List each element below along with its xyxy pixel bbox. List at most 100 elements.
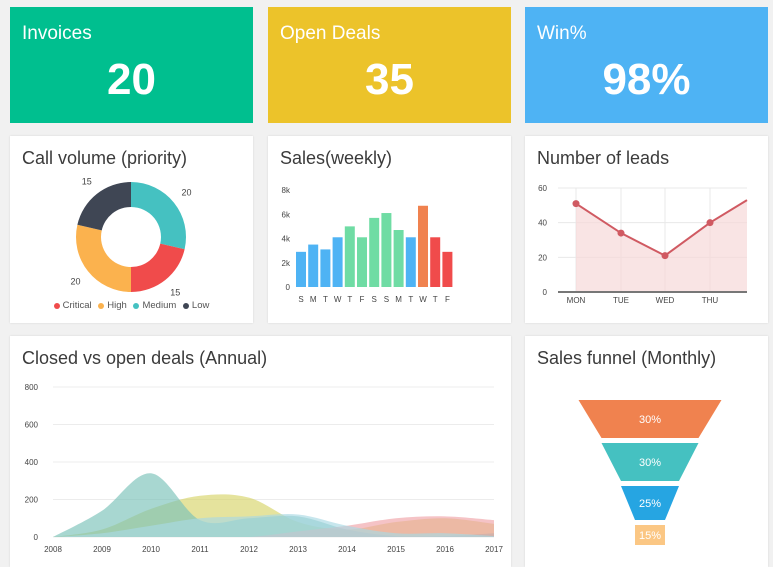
sales-bar bbox=[357, 237, 367, 287]
deals-ytick-label: 600 bbox=[25, 421, 39, 430]
low-dot-icon bbox=[182, 302, 189, 309]
sales-bar bbox=[344, 226, 355, 287]
win-percent-value: 98% bbox=[602, 55, 691, 104]
bar-xtick-label: S bbox=[298, 295, 303, 304]
deals-xtick-label: 2010 bbox=[142, 545, 160, 554]
leads-xtick-label: WED bbox=[656, 296, 675, 305]
open-deals-card: Open Deals 35 bbox=[268, 7, 511, 123]
bar-ytick-label: 0 bbox=[286, 283, 291, 292]
bar-ytick-label: 4k bbox=[282, 235, 291, 244]
open-deals-label: Open Deals bbox=[280, 23, 381, 44]
deals-xtick-label: 2012 bbox=[240, 545, 258, 554]
bar-xtick-label: F bbox=[445, 295, 450, 304]
funnel-segment-label: 15% bbox=[639, 530, 661, 542]
win-percent-label: Win% bbox=[537, 23, 587, 44]
bar-xtick-label: F bbox=[360, 295, 365, 304]
deals-xtick-label: 2015 bbox=[387, 545, 405, 554]
funnel-segment-label: 25% bbox=[639, 498, 661, 510]
legend-label-low: Low bbox=[191, 300, 210, 311]
deals-xtick-label: 2017 bbox=[485, 545, 503, 554]
invoices-card: Invoices 20 bbox=[10, 7, 253, 123]
sales-bar bbox=[320, 249, 331, 287]
closed-open-area-chart: 0 200 400 600 800 2008 2009 2010 2011 2012 2013 201… bbox=[25, 383, 504, 554]
leads-xtick-label: THU bbox=[702, 296, 719, 305]
call-volume-legend: Critical High Medium Low bbox=[10, 300, 253, 311]
sales-funnel-chart: 30% 30% 25% 15% bbox=[578, 400, 722, 545]
bar-xtick-label: T bbox=[347, 295, 352, 304]
sales-bar bbox=[442, 251, 453, 287]
leads-point bbox=[706, 219, 714, 227]
sales-bar bbox=[332, 237, 343, 287]
open-deals-value: 35 bbox=[365, 55, 414, 104]
deals-xtick-label: 2011 bbox=[191, 545, 209, 554]
medium-dot-icon bbox=[133, 302, 140, 309]
bar-xtick-label: M bbox=[395, 295, 402, 304]
sales-bar bbox=[308, 244, 319, 287]
donut-slice-low bbox=[77, 182, 131, 231]
deals-ytick-label: 800 bbox=[25, 383, 39, 392]
legend-item-low: Low bbox=[182, 300, 210, 311]
deals-ytick-label: 200 bbox=[25, 496, 39, 505]
bar-xtick-label: S bbox=[384, 295, 389, 304]
bar-xtick-label: W bbox=[334, 295, 342, 304]
deals-xtick-label: 2009 bbox=[93, 545, 111, 554]
legend-item-critical: Critical bbox=[53, 300, 92, 311]
leads-ytick-label: 0 bbox=[543, 288, 548, 297]
leads-ytick-label: 40 bbox=[538, 219, 547, 228]
funnel-card: Sales funnel (Monthly) 30% 30% 25% 15% bbox=[525, 336, 768, 567]
leads-card: Number of leads 0 20 40 60 MON TUE WED THU bbox=[525, 136, 768, 323]
bar-xtick-label: M bbox=[310, 295, 317, 304]
deals-ytick-label: 0 bbox=[34, 533, 39, 542]
leads-line-chart: 0 20 40 60 MON TUE WED THU bbox=[538, 184, 748, 305]
legend-item-medium: Medium bbox=[133, 300, 176, 311]
win-percent-card: Win% 98% bbox=[525, 7, 768, 123]
invoices-value: 20 bbox=[107, 55, 156, 104]
deals-xtick-label: 2013 bbox=[289, 545, 307, 554]
bar-ytick-label: 8k bbox=[282, 186, 291, 195]
closed-open-card: Closed vs open deals (Annual) 0 200 400 600… bbox=[10, 336, 511, 567]
bar-xtick-label: T bbox=[408, 295, 413, 304]
bar-xtick-label: T bbox=[323, 295, 328, 304]
sales-bar bbox=[418, 205, 428, 287]
deals-xtick-label: 2008 bbox=[44, 545, 62, 554]
funnel-segment-label: 30% bbox=[639, 414, 661, 426]
call-volume-card: Call volume (priority) 20 15 20 15 Critical… bbox=[10, 136, 253, 323]
sales-bar bbox=[393, 230, 404, 287]
leads-point bbox=[661, 252, 669, 260]
sales-bar bbox=[381, 213, 392, 287]
donut-slice-high bbox=[76, 224, 131, 292]
leads-xtick-label: TUE bbox=[613, 296, 629, 305]
bar-xtick-label: S bbox=[372, 295, 377, 304]
funnel-segment-label: 30% bbox=[639, 457, 661, 469]
leads-area-fill bbox=[576, 200, 747, 292]
high-dot-icon bbox=[98, 302, 105, 309]
critical-dot-icon bbox=[53, 302, 60, 309]
donut-value-label-medium: 20 bbox=[182, 188, 192, 198]
sales-bar bbox=[369, 217, 380, 287]
leads-xtick-label: MON bbox=[567, 296, 586, 305]
sales-bar bbox=[430, 237, 441, 287]
donut-value-label-critical: 15 bbox=[170, 288, 180, 298]
legend-label-high: High bbox=[107, 300, 127, 311]
leads-ytick-label: 60 bbox=[538, 184, 547, 193]
legend-label-critical: Critical bbox=[62, 300, 92, 311]
sales-bar bbox=[405, 237, 416, 287]
call-volume-donut-chart: 20 15 20 15 bbox=[70, 176, 192, 298]
bar-xtick-label: T bbox=[433, 295, 438, 304]
sales-weekly-bar-chart: 02k4k6k8kS M T W T F S S M T W T F bbox=[282, 186, 453, 304]
bar-ytick-label: 6k bbox=[282, 210, 291, 219]
deals-xtick-label: 2016 bbox=[436, 545, 454, 554]
invoices-label: Invoices bbox=[22, 23, 92, 44]
sales-weekly-card: Sales(weekly) 0 2k 4k 6k 8k S M T W T F S S M T W T F bbox=[268, 136, 511, 323]
legend-item-high: High bbox=[98, 300, 127, 311]
bar-ytick-label: 2k bbox=[282, 259, 291, 268]
donut-value-label-high: 20 bbox=[70, 276, 80, 286]
deals-xtick-label: 2014 bbox=[338, 545, 356, 554]
sales-bar bbox=[296, 251, 306, 287]
deals-ytick-label: 400 bbox=[25, 458, 39, 467]
donut-slice-critical bbox=[131, 243, 185, 292]
donut-value-label-low: 15 bbox=[82, 176, 92, 186]
leads-ytick-label: 20 bbox=[538, 253, 547, 262]
donut-slice-medium bbox=[131, 182, 186, 250]
bar-xtick-label: W bbox=[419, 295, 427, 304]
